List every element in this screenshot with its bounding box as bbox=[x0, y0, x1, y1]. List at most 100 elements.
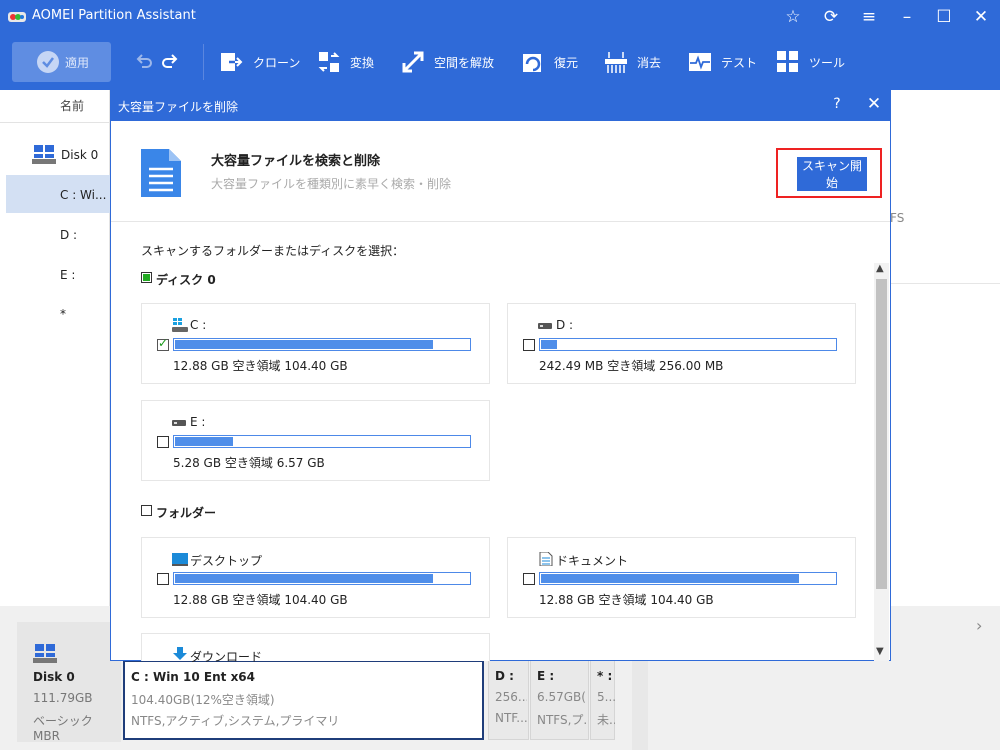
disk-map-scrollbar[interactable] bbox=[632, 660, 648, 750]
desktop-icon bbox=[172, 553, 188, 566]
folder-group-checkbox[interactable] bbox=[141, 505, 152, 516]
drive-space-info: 242.49 MB 空き領域 256.00 MB bbox=[539, 359, 724, 373]
close-icon[interactable]: ✕ bbox=[969, 5, 993, 29]
folder-checkbox[interactable] bbox=[157, 573, 169, 585]
partition-card-e[interactable]: E : 6.57GB(... NTFS,プ... bbox=[530, 660, 589, 740]
drive-checkbox[interactable] bbox=[523, 339, 535, 351]
test-button[interactable]: テスト bbox=[688, 50, 758, 74]
disk-card[interactable]: Disk 0 111.79GB ベーシック MBR bbox=[17, 622, 121, 743]
check-icon bbox=[37, 51, 59, 73]
free-space-label: 空間を解放 bbox=[434, 56, 495, 70]
dialog-title: 大容量ファイルを削除 bbox=[118, 100, 239, 114]
scroll-up-icon[interactable]: ▲ bbox=[876, 263, 884, 274]
clone-icon bbox=[221, 53, 243, 71]
select-target-label: スキャンするフォルダーまたはディスクを選択： bbox=[141, 244, 405, 258]
partition-row-d[interactable]: D : bbox=[60, 228, 77, 242]
partition-details bbox=[891, 90, 1000, 606]
test-label: テスト bbox=[721, 56, 758, 70]
folder-checkbox[interactable] bbox=[523, 573, 535, 585]
drive-item-c[interactable]: C : 12.88 GB 空き領域 104.40 GB bbox=[141, 303, 490, 384]
usage-fill bbox=[541, 574, 799, 583]
folder-space-info: 12.88 GB 空き領域 104.40 GB bbox=[539, 593, 714, 607]
scroll-down-icon[interactable]: ▼ bbox=[876, 646, 884, 657]
free-space-button[interactable]: 空間を解放 bbox=[401, 50, 511, 74]
drive-space-info: 5.28 GB 空き領域 6.57 GB bbox=[173, 456, 325, 470]
partition-row-e[interactable]: E : bbox=[60, 268, 75, 282]
drive-item-d[interactable]: D : 242.49 MB 空き領域 256.00 MB bbox=[507, 303, 856, 384]
column-header-name: 名前 bbox=[60, 99, 85, 113]
tools-label: ツール bbox=[809, 56, 846, 70]
close-icon[interactable]: ✕ bbox=[863, 94, 885, 116]
partition-size: 256... bbox=[495, 690, 527, 704]
partition-size: 5... bbox=[597, 690, 615, 704]
disk-row-label[interactable]: Disk 0 bbox=[61, 148, 98, 162]
undo-icon[interactable] bbox=[134, 51, 154, 71]
partition-card-c[interactable]: C : Win 10 Ent x64 104.40GB(12%空き領域) NTF… bbox=[123, 660, 484, 740]
star-icon[interactable]: ☆ bbox=[781, 5, 805, 29]
folder-item-downloads[interactable]: ダウンロード bbox=[141, 633, 490, 664]
partition-list bbox=[0, 90, 110, 606]
dialog-header: 大容量ファイルを検索と削除 大容量ファイルを種類別に素早く検索・削除 スキャン開… bbox=[111, 121, 890, 222]
folder-name: デスクトップ bbox=[190, 554, 263, 568]
usage-bar bbox=[173, 572, 471, 585]
app-logo-icon bbox=[8, 12, 26, 22]
partition-name: * : bbox=[597, 669, 613, 683]
partition-size: 104.40GB(12%空き領域) bbox=[131, 693, 275, 707]
dialog-title-bar: 大容量ファイルを削除 ? ✕ bbox=[111, 91, 890, 121]
clone-label: クローン bbox=[253, 56, 301, 70]
help-icon[interactable]: ? bbox=[827, 96, 847, 116]
menu-icon[interactable]: ≡ bbox=[857, 5, 881, 29]
refresh-icon[interactable]: ⟳ bbox=[819, 5, 843, 29]
system-drive-icon bbox=[172, 318, 188, 332]
dialog-scrollbar[interactable]: ▲ ▼ bbox=[874, 263, 889, 661]
filesystem-partial: FS bbox=[890, 211, 905, 225]
partition-card-unallocated[interactable]: * : 5... 未... bbox=[590, 660, 615, 740]
drive-icon bbox=[172, 420, 186, 426]
document-icon bbox=[539, 552, 553, 566]
delete-large-files-dialog: 大容量ファイルを削除 ? ✕ 大容量ファイルを検索と削除 大容量ファイルを種類別… bbox=[110, 90, 891, 664]
minimize-icon[interactable]: – bbox=[895, 5, 919, 29]
disk-icon bbox=[32, 145, 56, 164]
folder-space-info: 12.88 GB 空き領域 104.40 GB bbox=[173, 593, 348, 607]
folder-name: ドキュメント bbox=[556, 554, 629, 568]
redo-icon[interactable] bbox=[160, 51, 180, 71]
toolbar-separator bbox=[203, 44, 204, 80]
drive-item-e[interactable]: E : 5.28 GB 空き領域 6.57 GB bbox=[141, 400, 490, 481]
app-title: AOMEI Partition Assistant bbox=[32, 8, 196, 23]
partition-name: D : bbox=[495, 669, 514, 683]
usage-fill bbox=[175, 340, 433, 349]
divider bbox=[891, 283, 1000, 284]
recover-button[interactable]: 復元 bbox=[521, 50, 591, 74]
usage-fill bbox=[541, 340, 557, 349]
partition-card-d[interactable]: D : 256... NTF... bbox=[488, 660, 529, 740]
wipe-label: 消去 bbox=[637, 56, 662, 70]
folder-item-desktop[interactable]: デスクトップ 12.88 GB 空き領域 104.40 GB bbox=[141, 537, 490, 618]
start-scan-button[interactable]: スキャン開始 bbox=[797, 157, 867, 191]
partition-fs: 未... bbox=[597, 713, 615, 727]
wipe-button[interactable]: 消去 bbox=[604, 50, 674, 74]
document-icon bbox=[141, 149, 181, 197]
apply-button[interactable]: 適用 bbox=[12, 42, 111, 82]
chevron-right-icon[interactable]: › bbox=[976, 616, 982, 635]
drive-checkbox[interactable] bbox=[157, 436, 169, 448]
recover-icon bbox=[523, 54, 541, 72]
download-icon bbox=[173, 647, 187, 660]
convert-button[interactable]: 変換 bbox=[317, 50, 387, 74]
partition-size: 6.57GB(... bbox=[537, 690, 587, 704]
drive-checkbox[interactable] bbox=[157, 336, 169, 351]
clone-button[interactable]: クローン bbox=[220, 50, 300, 74]
disk-name: Disk 0 bbox=[33, 670, 75, 684]
maximize-icon[interactable]: ☐ bbox=[932, 5, 956, 29]
apply-label: 適用 bbox=[65, 56, 90, 70]
folder-name: ダウンロード bbox=[190, 650, 263, 664]
partition-name: E : bbox=[537, 669, 555, 683]
disk-group-checkbox[interactable] bbox=[141, 272, 152, 283]
tools-button[interactable]: ツール bbox=[776, 50, 846, 74]
scroll-thumb[interactable] bbox=[876, 279, 887, 589]
partition-row-c[interactable]: C : Wi... bbox=[60, 188, 106, 202]
free-space-icon bbox=[402, 51, 424, 73]
title-bar: AOMEI Partition Assistant ☆ ⟳ ≡ – ☐ ✕ bbox=[0, 0, 1000, 34]
partition-row-unallocated[interactable]: * bbox=[60, 307, 66, 321]
wipe-icon bbox=[605, 52, 627, 73]
folder-item-documents[interactable]: ドキュメント 12.88 GB 空き領域 104.40 GB bbox=[507, 537, 856, 618]
